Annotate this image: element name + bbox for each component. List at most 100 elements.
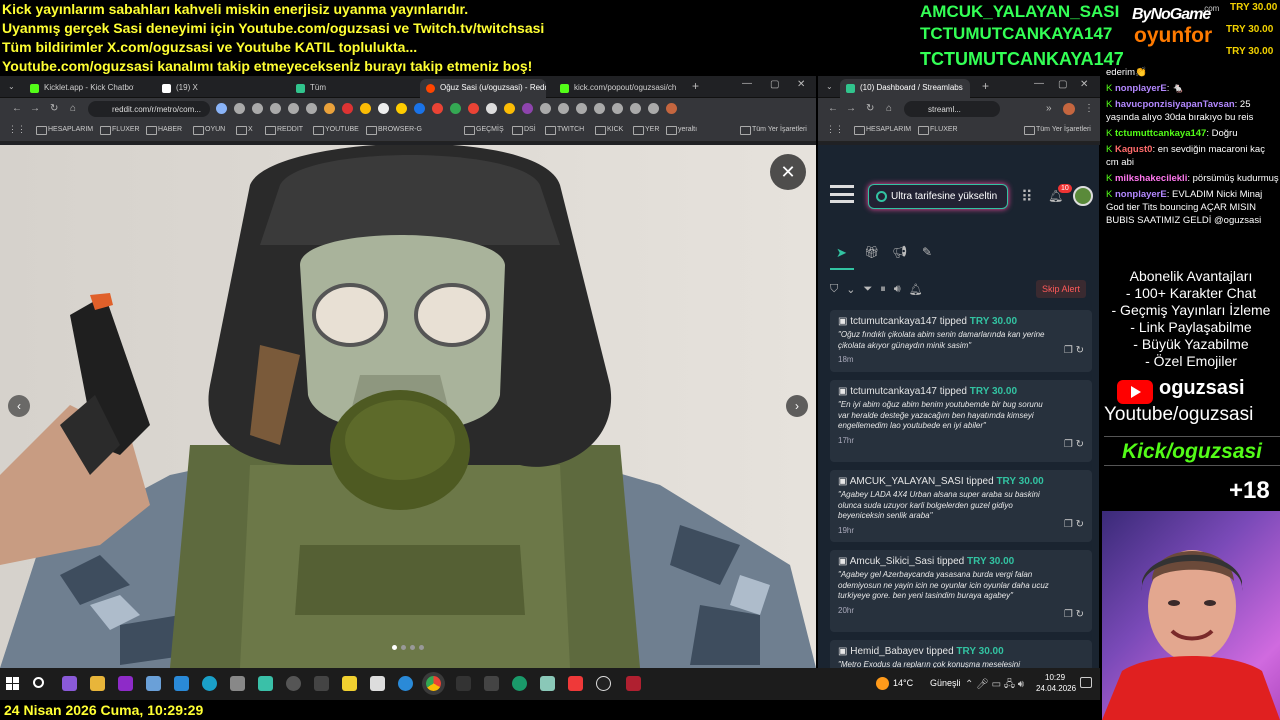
feed-item[interactable]: ▣ AMCUK_YALAYAN_SASI tipped TRY 30.00 "A…	[830, 470, 1092, 542]
onenote-icon[interactable]	[118, 676, 133, 691]
tray-icons[interactable]: ⌃ 🎤︎ ▭ 🖧 🔊︎	[965, 677, 1024, 694]
tab-streamlabs[interactable]: (10) Dashboard / Streamlabs	[840, 79, 970, 98]
forward-icon[interactable]: →	[846, 104, 856, 114]
chrome-icon[interactable]	[426, 676, 441, 691]
window-app-icon[interactable]	[146, 676, 161, 691]
bookmark-hesaplarim[interactable]: HESAPLARIM	[854, 126, 911, 135]
prev-image-button[interactable]: ‹	[8, 395, 30, 417]
app-icon[interactable]	[286, 676, 301, 691]
new-tab-button[interactable]: +	[692, 80, 699, 92]
filter-icon[interactable]: ⏷	[863, 283, 872, 296]
app-icon[interactable]	[456, 676, 471, 691]
bookmark-reddit[interactable]: REDDIT	[265, 126, 303, 135]
address-bar[interactable]: streaml...	[904, 101, 1000, 117]
avatar[interactable]	[1073, 186, 1093, 206]
replay-icon[interactable]: ❐ ↻	[1064, 609, 1084, 620]
tab-kicklet[interactable]: Kicklet.app - Kick Chatbot and	[24, 79, 134, 98]
feed-item[interactable]: ▣ tctumutcankaya147 tipped TRY 30.00 "Oğ…	[830, 310, 1092, 372]
replay-icon[interactable]: ❐ ↻	[1064, 439, 1084, 450]
pen-app-icon[interactable]	[62, 676, 77, 691]
tab-announce-icon[interactable]: 📢︎	[892, 245, 907, 259]
notifications-icon[interactable]	[1080, 677, 1092, 688]
pause-icon[interactable]: ⏸	[880, 283, 886, 296]
tab-x[interactable]: (19) X	[156, 79, 286, 98]
replay-icon[interactable]: ❐ ↻	[1064, 345, 1084, 356]
tab-search-icon[interactable]: ⌄	[826, 82, 833, 92]
bookmark-all[interactable]: Tüm Yer İşaretleri	[740, 126, 807, 135]
reddit-image-viewer[interactable]: ✕ ‹ ›	[0, 145, 816, 668]
app-icon[interactable]	[258, 676, 273, 691]
apps-icon[interactable]: ⋮⋮	[826, 124, 844, 134]
clock-date[interactable]: 24.04.2026	[1036, 684, 1076, 693]
bell-icon[interactable]: 🔔︎	[909, 283, 923, 296]
bookmark-twitch[interactable]: TWITCH	[545, 126, 584, 135]
apps-icon[interactable]: ⋮⋮	[8, 124, 26, 134]
back-icon[interactable]: ←	[828, 104, 838, 114]
bookmark-hesaplarim[interactable]: HESAPLARIM	[36, 126, 93, 135]
clock-time[interactable]: 10:29	[1045, 673, 1065, 682]
chevron-down-icon[interactable]: ⌄	[846, 283, 855, 296]
bookmark-yer[interactable]: YER	[633, 126, 659, 135]
weather-label[interactable]: Güneşli	[930, 678, 961, 688]
notes-icon[interactable]	[342, 676, 357, 691]
camera-icon[interactable]	[230, 676, 245, 691]
next-image-button[interactable]: ›	[786, 395, 808, 417]
app-icon[interactable]	[398, 676, 413, 691]
maximize-button[interactable]: ▢	[1058, 80, 1067, 90]
feed-item[interactable]: ▣ Amcuk_Sikici_Sasi tipped TRY 30.00 "Ag…	[830, 550, 1092, 632]
maximize-button[interactable]: ▢	[770, 80, 779, 90]
back-icon[interactable]: ←	[12, 104, 22, 114]
start-icon[interactable]	[6, 677, 19, 690]
edge-icon[interactable]	[202, 676, 217, 691]
new-tab-button[interactable]: +	[982, 80, 989, 92]
tab-search-icon[interactable]: ⌄	[8, 82, 15, 92]
app-icon[interactable]	[512, 676, 527, 691]
app-icon[interactable]	[174, 676, 189, 691]
menu-icon[interactable]: ⋮	[1084, 104, 1094, 114]
minimize-button[interactable]: —	[1034, 79, 1044, 89]
volume-icon[interactable]: 🔊︎	[894, 283, 901, 296]
chatgpt-icon[interactable]	[596, 676, 611, 691]
bookmark-dsi[interactable]: DSİ	[512, 126, 536, 135]
home-icon[interactable]: ⌂	[886, 104, 892, 114]
replay-icon[interactable]: ❐ ↻	[1064, 519, 1084, 530]
app-icon[interactable]	[540, 676, 555, 691]
tab-gifts-icon[interactable]: 🎁︎	[864, 245, 879, 259]
reload-icon[interactable]: ↻	[866, 104, 874, 114]
address-bar[interactable]: reddit.com/r/metro/com...	[88, 101, 210, 117]
reload-icon[interactable]: ↻	[50, 104, 58, 114]
bookmark-browser-g[interactable]: BROWSER-G	[366, 126, 422, 135]
extensions-menu-icon[interactable]: »	[1046, 104, 1052, 114]
tab-reddit[interactable]: Oğuz Sasi (u/oguzsasi) - Reddi	[420, 79, 546, 98]
bookmark-gecmis[interactable]: GEÇMİŞ	[464, 126, 504, 135]
profile-icon[interactable]	[1063, 103, 1075, 115]
vivaldi-icon[interactable]	[568, 676, 583, 691]
bookmark-fluxer[interactable]: FLUXER	[100, 126, 140, 135]
close-window-button[interactable]: ✕	[1080, 80, 1088, 90]
skip-alert-button[interactable]: Skip Alert	[1036, 280, 1087, 298]
app-icon[interactable]	[314, 676, 329, 691]
minimize-button[interactable]: —	[742, 79, 752, 89]
tab-tum[interactable]: Tüm	[290, 79, 415, 98]
app-icon[interactable]	[484, 676, 499, 691]
tab-kick-popout[interactable]: kick.com/popout/oguzsasi/ch	[554, 79, 682, 98]
app-icon[interactable]	[370, 676, 385, 691]
app-icon[interactable]	[626, 676, 641, 691]
feed-item[interactable]: ▣ tctumutcankaya147 tipped TRY 30.00 "En…	[830, 380, 1092, 462]
bookmark-oyun[interactable]: OYUN	[193, 126, 225, 135]
search-icon[interactable]	[33, 677, 44, 688]
bookmark-yeralti[interactable]: yeraltı	[666, 126, 697, 135]
bookmark-all[interactable]: Tüm Yer İşaretleri	[1024, 126, 1091, 135]
tab-edit-icon[interactable]: ✎	[922, 245, 932, 259]
shield-icon[interactable]: ⛉	[830, 283, 838, 296]
upgrade-button[interactable]: Ultra tarifesine yükseltin	[868, 184, 1008, 209]
file-explorer-icon[interactable]	[90, 676, 105, 691]
bookmark-fluxer[interactable]: FLUXER	[918, 126, 958, 135]
feed-item[interactable]: ▣ Hemid_Babayev tipped TRY 30.00 "Metro …	[830, 640, 1092, 668]
hamburger-menu-icon[interactable]	[830, 185, 854, 203]
close-window-button[interactable]: ✕	[797, 80, 805, 90]
apps-grid-icon[interactable]: ⠿	[1021, 187, 1033, 207]
forward-icon[interactable]: →	[30, 104, 40, 114]
extension-icons[interactable]	[216, 103, 806, 115]
close-icon[interactable]: ✕	[770, 154, 806, 190]
